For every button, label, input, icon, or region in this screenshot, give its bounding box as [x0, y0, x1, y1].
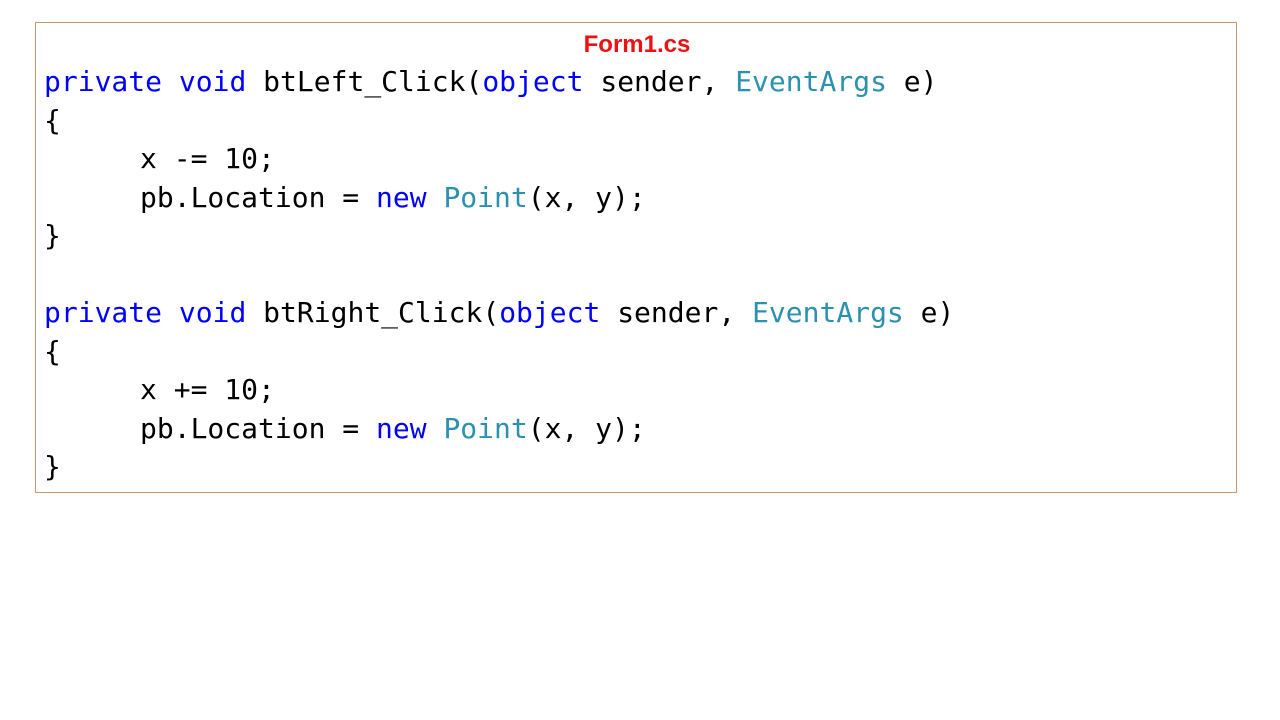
code-type: Point	[443, 411, 528, 445]
code-text: }	[44, 219, 61, 252]
file-title: Form1.cs	[583, 31, 691, 58]
code-keyword: private	[44, 65, 163, 98]
code-keyword: new	[376, 180, 427, 214]
code-text: e)	[903, 296, 955, 329]
code-text: (x, y);	[527, 180, 646, 214]
code-line: private void btRight_Click(object sender…	[44, 294, 954, 333]
code-text: {	[44, 103, 61, 137]
code-text: }	[44, 450, 61, 483]
code-keyword: object	[482, 65, 584, 98]
code-line: pb.Location = new Point(x, y);	[44, 410, 954, 449]
code-type: EventArgs	[735, 65, 887, 98]
code-text: pb.Location =	[140, 411, 377, 445]
code-text: sender,	[583, 65, 736, 98]
code-line: private void btLeft_Click(object sender,…	[44, 63, 954, 102]
slide: Form1.cs private void btLeft_Click(objec…	[0, 0, 1280, 720]
code-text: pb.Location =	[140, 180, 377, 214]
code-keyword: object	[499, 296, 601, 329]
code-text: sender,	[600, 296, 753, 329]
code-text: btLeft_Click(	[246, 65, 483, 98]
code-text: x += 10;	[140, 373, 275, 406]
code-block: private void btLeft_Click(object sender,…	[44, 63, 954, 487]
code-line: {	[44, 102, 954, 141]
code-type: Point	[443, 180, 528, 214]
code-keyword: new	[376, 411, 427, 445]
code-line: {	[44, 333, 954, 372]
code-line: }	[44, 448, 954, 487]
code-text: e)	[886, 65, 938, 98]
code-line: x -= 10;	[44, 140, 954, 179]
code-keyword: void	[178, 296, 247, 329]
code-line: }	[44, 217, 954, 256]
code-text: {	[44, 334, 61, 368]
code-keyword: void	[178, 65, 247, 98]
code-text: x -= 10;	[140, 142, 275, 175]
code-text: btRight_Click(	[246, 296, 500, 329]
code-type: EventArgs	[752, 296, 904, 329]
code-keyword: private	[44, 296, 163, 329]
code-line: pb.Location = new Point(x, y);	[44, 179, 954, 218]
code-line: x += 10;	[44, 371, 954, 410]
code-text: (x, y);	[527, 411, 646, 445]
